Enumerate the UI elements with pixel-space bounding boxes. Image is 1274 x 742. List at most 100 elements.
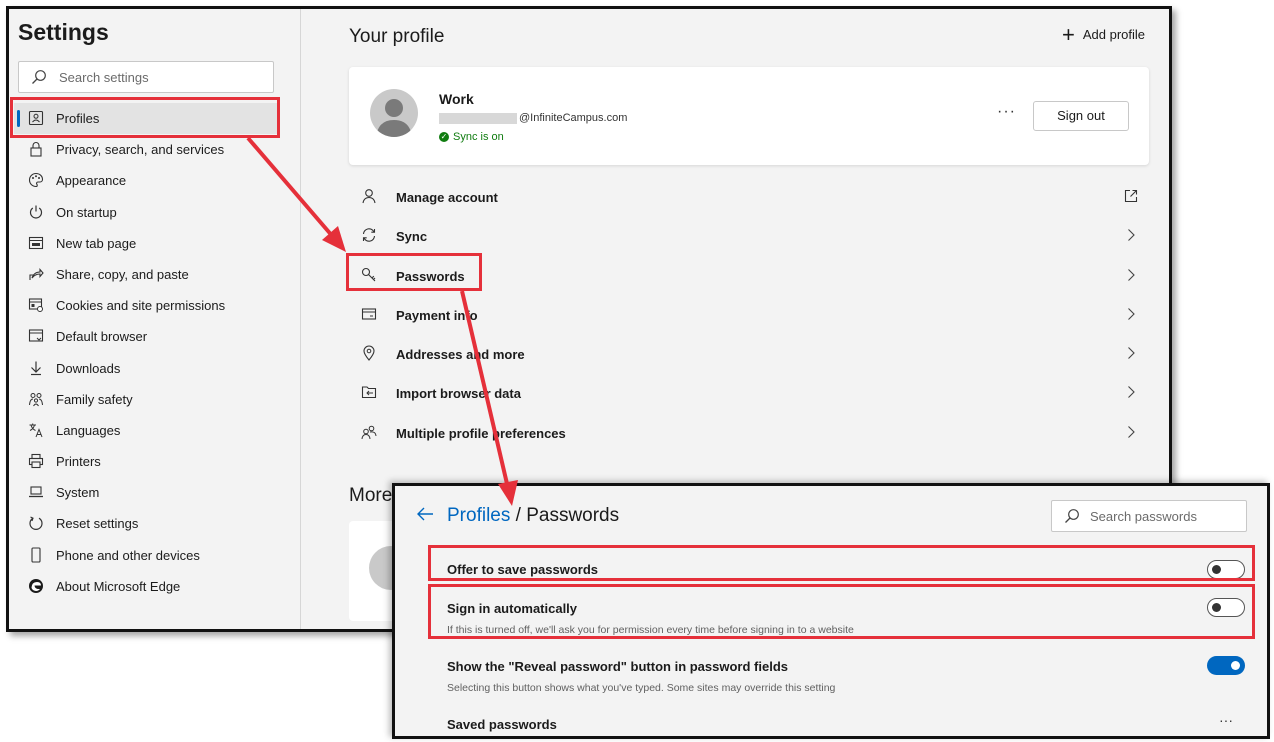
- search-placeholder: Search passwords: [1090, 509, 1197, 524]
- reveal-password-toggle[interactable]: [1207, 656, 1245, 675]
- offer-to-save-toggle[interactable]: [1207, 560, 1245, 579]
- row-label: Manage account: [396, 190, 498, 205]
- lock-icon: [30, 142, 42, 157]
- breadcrumb-separator: /: [510, 505, 527, 526]
- profiles-icon: [361, 425, 377, 439]
- back-arrow-icon[interactable]: [416, 506, 434, 522]
- breadcrumb-profiles-link[interactable]: Profiles: [447, 505, 510, 526]
- sidebar-item-downloads[interactable]: Downloads: [9, 353, 300, 384]
- card-icon: [361, 308, 377, 320]
- sidebar-item-label: Profiles: [56, 111, 100, 126]
- sign-in-automatically-desc: If this is turned off, we'll ask you for…: [447, 624, 854, 636]
- sidebar-item-family-safety[interactable]: Family safety: [9, 384, 300, 415]
- passwords-window: Profiles / Passwords Search passwords Of…: [392, 483, 1270, 739]
- sidebar-item-label: System: [56, 485, 100, 501]
- sync-status-label: Sync is on: [453, 131, 504, 143]
- breadcrumb: Profiles / Passwords: [447, 505, 619, 527]
- chevron-right-icon: [1128, 308, 1135, 320]
- printer-icon: [28, 454, 44, 469]
- sidebar-item-label: On startup: [56, 204, 117, 220]
- sidebar-item-privacy[interactable]: Privacy, search, and services: [9, 134, 300, 165]
- active-indicator: [17, 110, 20, 127]
- sidebar-item-default-browser[interactable]: Default browser: [9, 321, 300, 352]
- edge-logo-icon: [29, 578, 43, 593]
- chevron-right-icon: [1128, 425, 1135, 438]
- download-icon: [31, 361, 41, 375]
- sidebar-item-reset-settings[interactable]: Reset settings: [9, 508, 300, 539]
- sign-out-button[interactable]: Sign out: [1033, 101, 1129, 131]
- add-profile-button[interactable]: + Add profile: [1062, 23, 1145, 45]
- toggle-knob: [1212, 565, 1221, 574]
- more-options-button[interactable]: ···: [997, 103, 1016, 121]
- sidebar-item-label: About Microsoft Edge: [56, 578, 181, 594]
- offer-to-save-label: Offer to save passwords: [447, 562, 598, 577]
- import-icon: [361, 386, 377, 399]
- redacted-email-block: [439, 112, 517, 124]
- sidebar-nav: Profiles Privacy, search, and services A…: [9, 103, 300, 602]
- row-multiple-profile-prefs[interactable]: Multiple profile preferences: [349, 413, 1149, 452]
- sidebar-item-label: Printers: [56, 454, 101, 470]
- sidebar-item-phone-devices[interactable]: Phone and other devices: [9, 540, 300, 571]
- browser-icon: [28, 329, 44, 342]
- laptop-icon: [29, 486, 43, 498]
- search-icon: [32, 70, 46, 84]
- location-icon: [363, 345, 375, 362]
- sidebar-item-label: Phone and other devices: [56, 547, 200, 563]
- sidebar-item-label: Family safety: [56, 391, 133, 407]
- toggle-knob: [1212, 603, 1221, 612]
- palette-icon: [28, 173, 44, 188]
- toggle-knob: [1231, 661, 1240, 670]
- saved-passwords-more-button[interactable]: ···: [1219, 712, 1233, 728]
- check-circle-icon: ✓: [439, 132, 449, 142]
- external-link-icon: [1124, 189, 1138, 203]
- row-label: Import browser data: [396, 386, 521, 402]
- sidebar-item-new-tab-page[interactable]: New tab page: [9, 228, 300, 259]
- row-passwords[interactable]: Passwords: [349, 256, 1149, 295]
- sidebar-item-label: Reset settings: [56, 516, 139, 532]
- phone-icon: [31, 547, 41, 563]
- sidebar-item-label: Languages: [56, 422, 121, 438]
- row-label: Passwords: [396, 268, 465, 284]
- sidebar-item-label: Appearance: [56, 173, 127, 189]
- sidebar-item-cookies[interactable]: Cookies and site permissions: [9, 290, 300, 321]
- power-icon: [29, 205, 43, 219]
- sidebar-item-label: Downloads: [56, 360, 121, 376]
- sidebar-item-languages[interactable]: Languages: [9, 415, 300, 446]
- cookies-icon: [28, 298, 43, 313]
- chevron-right-icon: [1128, 347, 1135, 360]
- row-label: Multiple profile preferences: [396, 425, 566, 441]
- sidebar: Settings Search settings Profiles Privac…: [9, 9, 301, 629]
- person-icon: [362, 189, 376, 204]
- share-icon: [29, 267, 44, 280]
- new-tab-icon: [28, 236, 44, 249]
- chevron-right-icon: [1128, 268, 1135, 281]
- reveal-password-desc: Selecting this button shows what you've …: [447, 682, 836, 694]
- profile-settings-list: Manage account Sync Passwords Payment in…: [349, 177, 1149, 452]
- row-import-data[interactable]: Import browser data: [349, 373, 1149, 412]
- search-settings-input[interactable]: Search settings: [18, 61, 274, 93]
- sign-in-automatically-toggle[interactable]: [1207, 598, 1245, 617]
- sidebar-item-system[interactable]: System: [9, 477, 300, 508]
- person-silhouette-icon: [376, 99, 412, 137]
- sidebar-item-appearance[interactable]: Appearance: [9, 165, 300, 196]
- sidebar-item-about-edge[interactable]: About Microsoft Edge: [9, 571, 300, 602]
- sidebar-item-profiles[interactable]: Profiles: [14, 103, 280, 135]
- profile-name: Work: [439, 91, 474, 107]
- search-passwords-input[interactable]: Search passwords: [1051, 500, 1247, 532]
- row-addresses[interactable]: Addresses and more: [349, 334, 1149, 373]
- saved-passwords-heading: Saved passwords: [447, 717, 557, 732]
- row-payment-info[interactable]: Payment info: [349, 295, 1149, 334]
- sidebar-item-share-copy-paste[interactable]: Share, copy, and paste: [9, 259, 300, 290]
- row-manage-account[interactable]: Manage account: [349, 177, 1149, 216]
- profile-email-domain: @InfiniteCampus.com: [519, 112, 628, 124]
- sidebar-item-on-startup[interactable]: On startup: [9, 197, 300, 228]
- sidebar-item-label: Share, copy, and paste: [56, 266, 189, 282]
- sidebar-item-printers[interactable]: Printers: [9, 446, 300, 477]
- profile-email: @InfiniteCampus.com: [439, 112, 627, 124]
- sync-icon: [362, 228, 376, 243]
- breadcrumb-current: Passwords: [526, 505, 620, 526]
- sidebar-item-label: Default browser: [56, 329, 148, 345]
- languages-icon: [29, 423, 43, 438]
- chevron-right-icon: [1128, 386, 1135, 399]
- row-sync[interactable]: Sync: [349, 216, 1149, 255]
